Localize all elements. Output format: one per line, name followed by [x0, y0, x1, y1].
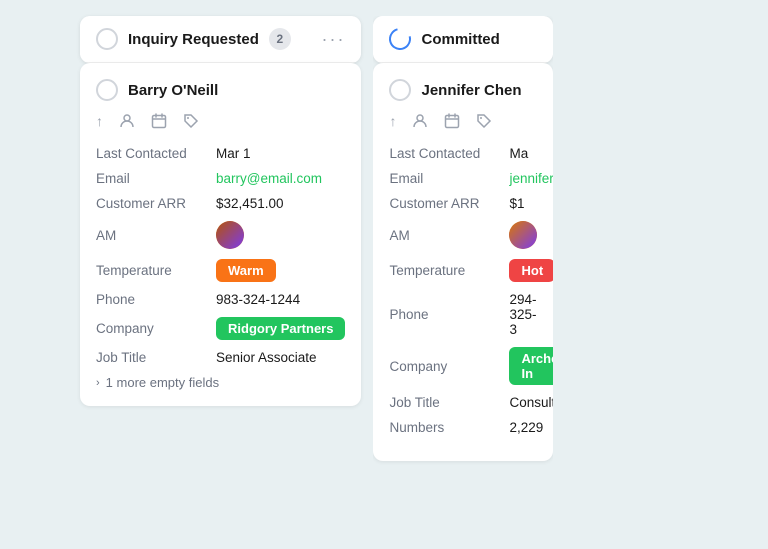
jobtitle-value: Senior Associate — [216, 350, 317, 365]
last-contacted-label-j: Last Contacted — [389, 146, 509, 161]
arr-row: Customer ARR $32,451.00 — [96, 196, 345, 211]
card-actions: ↑ — [96, 113, 345, 132]
calendar-icon[interactable] — [151, 113, 167, 132]
calendar-icon-j[interactable] — [444, 113, 460, 132]
am-label-j: AM — [389, 228, 509, 243]
company-label: Company — [96, 321, 216, 336]
chevron-right-icon: › — [96, 377, 100, 389]
email-label: Email — [96, 171, 216, 186]
up-arrow-icon[interactable]: ↑ — [96, 113, 103, 132]
column-menu-inquiry[interactable]: ··· — [322, 29, 346, 50]
phone-value-j: 294-325-3 — [509, 292, 537, 337]
column-title-committed: Committed — [421, 31, 499, 48]
arr-value-j: $1 — [509, 196, 524, 211]
temperature-badge-j: Hot — [509, 259, 553, 282]
contact-name-jennifer: Jennifer Chen — [421, 82, 521, 99]
column-committed: Committed Jennifer Chen ↑ — [373, 16, 553, 533]
column-inquiry-requested: Inquiry Requested 2 ··· Barry O'Neill ↑ — [80, 16, 361, 533]
company-label-j: Company — [389, 359, 509, 374]
jobtitle-row: Job Title Senior Associate — [96, 350, 345, 365]
column-title-inquiry: Inquiry Requested — [128, 31, 259, 48]
temperature-label-j: Temperature — [389, 263, 509, 278]
jobtitle-row-j: Job Title Consultin — [389, 395, 537, 410]
last-contacted-label: Last Contacted — [96, 146, 216, 161]
kanban-board: Inquiry Requested 2 ··· Barry O'Neill ↑ — [0, 0, 768, 549]
arr-value: $32,451.00 — [216, 196, 284, 211]
am-avatar — [216, 221, 244, 249]
column-header-inquiry: Inquiry Requested 2 ··· — [80, 16, 361, 63]
phone-label-j: Phone — [389, 307, 509, 322]
email-row-j: Email jennifer@em — [389, 171, 537, 186]
last-contacted-value-j: Ma — [509, 146, 528, 161]
inquiry-icon — [96, 28, 118, 50]
more-fields-label: 1 more empty fields — [106, 375, 219, 390]
jobtitle-label: Job Title — [96, 350, 216, 365]
numbers-row-j: Numbers 2,229 — [389, 420, 537, 435]
phone-row: Phone 983-324-1244 — [96, 292, 345, 307]
card-barry-oneill: Barry O'Neill ↑ — [80, 63, 361, 406]
company-badge: Ridgory Partners — [216, 317, 345, 340]
tag-icon-j[interactable] — [476, 113, 492, 132]
email-row: Email barry@email.com — [96, 171, 345, 186]
committed-icon — [385, 24, 415, 54]
company-row: Company Ridgory Partners — [96, 317, 345, 340]
column-header-committed: Committed — [373, 16, 553, 63]
email-label-j: Email — [389, 171, 509, 186]
card-select-circle-jennifer[interactable] — [389, 79, 411, 101]
arr-row-j: Customer ARR $1 — [389, 196, 537, 211]
jobtitle-label-j: Job Title — [389, 395, 509, 410]
contact-name: Barry O'Neill — [128, 82, 218, 99]
temperature-label: Temperature — [96, 263, 216, 278]
temperature-badge: Warm — [216, 259, 276, 282]
arr-label-j: Customer ARR — [389, 196, 509, 211]
card-header: Barry O'Neill — [96, 79, 345, 101]
column-badge-inquiry: 2 — [269, 28, 291, 50]
card-actions-jennifer: ↑ — [389, 113, 537, 132]
phone-value: 983-324-1244 — [216, 292, 300, 307]
am-row-j: AM — [389, 221, 537, 249]
email-value[interactable]: barry@email.com — [216, 171, 322, 186]
am-row: AM — [96, 221, 345, 249]
more-fields-toggle[interactable]: › 1 more empty fields — [96, 375, 345, 390]
last-contacted-value: Mar 1 — [216, 146, 251, 161]
numbers-value-j: 2,229 — [509, 420, 543, 435]
temperature-row: Temperature Warm — [96, 259, 345, 282]
phone-row-j: Phone 294-325-3 — [389, 292, 537, 337]
card-header-jennifer: Jennifer Chen — [389, 79, 537, 101]
numbers-label-j: Numbers — [389, 420, 509, 435]
company-badge-j: Archer In — [509, 347, 553, 385]
phone-label: Phone — [96, 292, 216, 307]
am-avatar-j — [509, 221, 537, 249]
am-label: AM — [96, 228, 216, 243]
arr-label: Customer ARR — [96, 196, 216, 211]
card-select-circle[interactable] — [96, 79, 118, 101]
last-contacted-row: Last Contacted Mar 1 — [96, 146, 345, 161]
person-icon[interactable] — [119, 113, 135, 132]
jobtitle-value-j: Consultin — [509, 395, 553, 410]
company-row-j: Company Archer In — [389, 347, 537, 385]
email-value-j[interactable]: jennifer@em — [509, 171, 553, 186]
last-contacted-row-j: Last Contacted Ma — [389, 146, 537, 161]
card-jennifer-chen: Jennifer Chen ↑ — [373, 63, 553, 461]
up-arrow-icon-j[interactable]: ↑ — [389, 113, 396, 132]
person-icon-j[interactable] — [412, 113, 428, 132]
temperature-row-j: Temperature Hot — [389, 259, 537, 282]
tag-icon[interactable] — [183, 113, 199, 132]
